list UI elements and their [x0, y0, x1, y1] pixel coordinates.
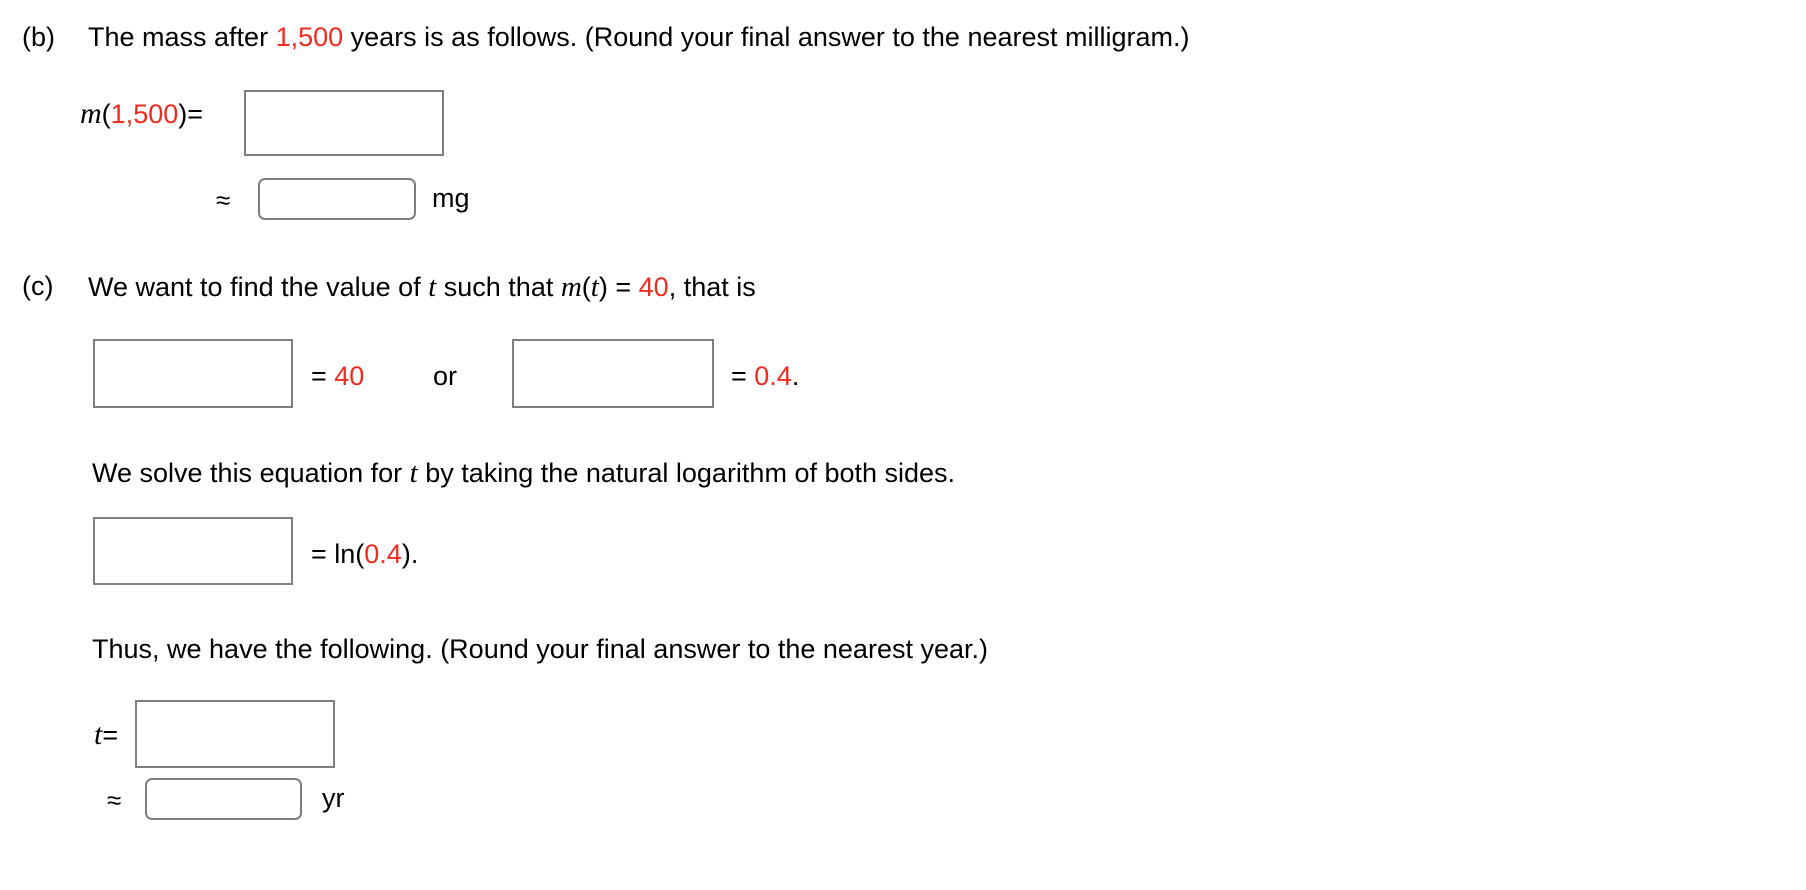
part-b-label: (b) — [22, 22, 55, 52]
part-c-prompt-row: (c) We want to find the value of t such … — [22, 271, 756, 304]
worksheet-page: (b) The mass after 1,500 years is as fol… — [0, 0, 1806, 890]
part-c-approx-symbol: ≈ — [107, 785, 122, 815]
part-c-prompt-pre: We want to find the value of — [88, 272, 429, 302]
equals-sign: = — [187, 99, 204, 129]
part-b-equation-label: m(1,500)= — [80, 97, 203, 131]
period: . — [791, 361, 800, 391]
part-c-t-label: t= — [94, 718, 118, 752]
equals-sign: = — [311, 361, 335, 391]
part-c-solve-text: We solve this equation for t by taking t… — [92, 455, 955, 491]
part-b-prompt: The mass after 1,500 years is as follows… — [88, 22, 1190, 53]
part-b-prompt-value: 1,500 — [275, 22, 344, 52]
paren-open: ( — [101, 99, 111, 129]
part-c-prompt-mid: such that — [436, 272, 561, 302]
part-c-right-value: 0.4 — [754, 361, 792, 391]
part-c-right-equation-input[interactable] — [512, 339, 714, 408]
part-c-left-value: 40 — [334, 361, 365, 391]
part-c-ln-equation-input[interactable] — [93, 517, 293, 585]
paren-close: ) — [178, 99, 188, 129]
paren-close-period: ). — [401, 539, 419, 569]
variable-t: t — [590, 271, 599, 303]
part-b-equation-value: 1,500 — [110, 99, 179, 129]
part-b-exact-answer-input[interactable] — [244, 90, 444, 156]
part-c-prompt: We want to find the value of t such that… — [88, 271, 756, 304]
part-c-solve-text-post: by taking the natural logarithm of both … — [417, 458, 956, 488]
variable-t: t — [409, 457, 418, 489]
part-c-label: (c) — [22, 271, 54, 301]
part-c-right-equals-value: = 0.4. — [731, 361, 799, 392]
part-b-prompt-post: years is as follows. (Round your final a… — [343, 22, 1190, 52]
part-c-ln-equals-value: = ln(0.4). — [311, 539, 418, 570]
part-c-conjunction-or: or — [433, 361, 458, 391]
part-b-unit-mg: mg — [432, 183, 470, 213]
part-b-prompt-row: (b) The mass after 1,500 years is as fol… — [22, 22, 1190, 53]
part-c-t-exact-input[interactable] — [135, 700, 335, 768]
part-c-unit-yr: yr — [322, 783, 345, 813]
equals-sign: = — [607, 272, 639, 302]
part-b-approx-symbol: ≈ — [216, 185, 231, 215]
part-c-solve-text-pre: We solve this equation for — [92, 458, 410, 488]
part-b-prompt-pre: The mass after — [88, 22, 276, 52]
part-b-approx-answer-input[interactable] — [258, 178, 416, 220]
paren-close: ) — [598, 272, 608, 302]
function-name-m: m — [80, 97, 102, 130]
equals-sign: = — [102, 720, 119, 750]
equals-sign-ln: = ln( — [311, 539, 365, 569]
function-name-m: m — [560, 271, 582, 303]
part-c-prompt-post: , that is — [668, 272, 756, 302]
part-c-ln-value: 0.4 — [364, 539, 402, 569]
part-c-left-equals-value: = 40 — [311, 361, 364, 392]
part-c-t-approx-input[interactable] — [145, 778, 302, 820]
equals-sign: = — [731, 361, 755, 391]
part-c-prompt-value: 40 — [638, 272, 669, 302]
part-c-thus-text: Thus, we have the following. (Round your… — [92, 634, 988, 664]
paren-open: ( — [581, 272, 591, 302]
part-c-left-equation-input[interactable] — [93, 339, 293, 408]
